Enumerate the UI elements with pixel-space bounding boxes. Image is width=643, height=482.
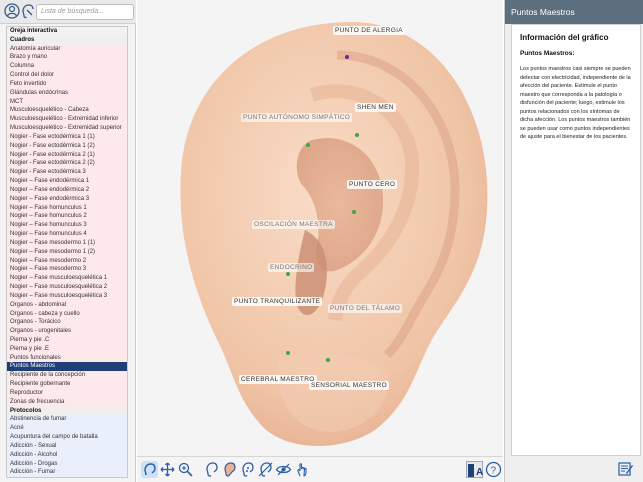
list-item[interactable]: Acné [7,424,127,434]
chart-info-card: Información del gráfico Puntos Maestros:… [511,24,641,456]
list-item[interactable]: Órganos - abdominal [7,300,127,310]
allergy-point-dot[interactable] [345,55,349,59]
list-item[interactable]: Nogier – Fase homunculus 2 [7,212,127,222]
list-item[interactable]: Puntos funcionales [7,353,127,363]
list-item[interactable]: Musculoesquelético - Cabeza [7,106,127,116]
autonomic-sympathetic-dot[interactable] [306,143,310,147]
list-item[interactable]: Nogier – Fase homunculus 3 [7,221,127,231]
list-item[interactable]: Nogier – Fase mesodermo 1 (1) [7,238,127,248]
list-item[interactable]: Nogier – Fase homunculus 1 [7,203,127,213]
list-section-header: Oreja interactiva [7,27,127,36]
list-item[interactable]: Adicción - Drogas [7,459,127,469]
list-item[interactable]: Pierna y pie .E [7,344,127,354]
user-circle-icon[interactable] [4,3,20,19]
list-item[interactable]: Feto invertido [7,79,127,89]
list-item[interactable]: Adicción - Fumar [7,468,127,477]
list-item[interactable]: Nogier – Fase homunculus 4 [7,230,127,239]
list-item[interactable]: Brazo y mano [7,53,127,63]
master-sensorial-dot[interactable] [326,358,330,362]
list-item[interactable]: Nogier - Fase ectodérmica 2 (1) [7,150,127,160]
search-input[interactable]: Lista de búsqueda... [36,4,134,20]
ear-pointer-icon[interactable] [20,3,36,19]
list-item[interactable]: Nogier – Fase musculoesquelética 3 [7,291,127,301]
point-label-thalamus: PUNTO DEL TÁLAMO [328,304,403,313]
point-label-autonomic: PUNTO AUTÓNOMO SIMPÁTICO [241,113,353,122]
list-item[interactable]: Nogier – Fase mesodermo 1 (2) [7,247,127,257]
endocrine-dot[interactable] [286,272,290,276]
list-section-header: Cuadros [7,35,127,45]
list-item[interactable]: Nogier – Fase musculoesquelética 1 [7,274,127,284]
point-label-master-oscillation: OSCILACIÓN MAESTRA [252,220,335,229]
list-item[interactable]: Zonas de frecuencia [7,397,127,407]
list-item[interactable]: Órganos - urogenitales [7,327,127,336]
list-item[interactable]: Órganos - cabeza y cuello [7,309,127,319]
list-item[interactable]: Órganos - Torácico [7,318,127,328]
list-item[interactable]: Recipiente gobernante [7,380,127,389]
list-item[interactable]: Nogier – Fase endodérmica 3 [7,194,127,204]
list-item[interactable]: Columna [7,62,127,72]
info-panel-footer [505,456,643,482]
point-label-allergy: PUNTO DE ALERGIA [333,26,405,35]
zoom-icon[interactable] [177,461,194,478]
chart-list: Oreja interactiva Cuadros Anatomía auricul… [6,26,128,478]
list-item[interactable]: Musculoesquelético - Extremidad superior [7,124,127,133]
list-item[interactable]: Nogier - Fase ectodérmica 3 [7,168,127,178]
ear-outline-icon[interactable] [203,461,220,478]
list-item[interactable]: Nogier – Fase endodérmica 2 [7,185,127,195]
list-item[interactable]: Adicción - Sexual [7,441,127,451]
list-item[interactable]: Nogier – Fase mesodermo 3 [7,265,127,275]
list-item[interactable]: Nogier - Fase ectodérmica 2 (2) [7,159,127,169]
list-item[interactable]: Recipiente de la concepción [7,371,127,381]
info-title: Información del gráfico [520,33,609,42]
edit-note-icon[interactable] [617,460,634,477]
svg-text:?: ? [491,466,497,477]
list-item[interactable]: Nogier - Fase ectodérmica 1 (2) [7,141,127,151]
list-item[interactable]: Nogier – Fase endodérmica 1 [7,177,127,186]
list-item[interactable]: Nogier - Fase ectodérmica 1 (1) [7,132,127,142]
ear-hide-icon[interactable] [257,461,274,478]
list-item[interactable]: Nogier – Fase mesodermo 2 [7,256,127,266]
point-label-endocrine: ENDOCRINO [268,263,315,272]
list-item[interactable]: Glándulas endócrinas [7,88,127,98]
master-cerebral-dot[interactable] [286,351,290,355]
hand-pointer-icon[interactable] [293,461,310,478]
text-size-icon[interactable]: A [466,461,483,478]
ear-color-icon[interactable] [221,461,238,478]
list-item[interactable]: MCT [7,97,127,107]
eye-hide-icon[interactable] [275,461,292,478]
point-label-shen-men: SHEN MEN [355,103,396,112]
point-label-zero: PUNTO CERO [347,180,398,189]
list-section-header: Protocolos [7,406,127,416]
list-item[interactable]: Adicción - Alcohol [7,450,127,460]
list-item[interactable]: Anatomía auricular [7,44,127,54]
info-body: Los puntos maestros casi siempre se pued… [520,66,631,140]
list-item[interactable]: Pierna y pie .C [7,335,127,345]
list-item[interactable]: Reproductor [7,388,127,398]
info-panel-header: Puntos Maestros [505,0,643,24]
list-item[interactable]: Control del dolor [7,71,127,80]
help-icon[interactable]: ? [485,461,502,478]
sidebar-toolbar: Lista de búsqueda... [0,0,136,24]
point-zero-dot[interactable] [352,210,356,214]
info-subtitle: Puntos Maestros: [520,50,575,57]
ear-points-icon[interactable] [239,461,256,478]
move-arrows-icon[interactable] [159,461,176,478]
point-label-master-cerebral: CEREBRAL MAESTRO [239,375,317,384]
shen-men-dot[interactable] [355,133,359,137]
list-item[interactable]: Musculoesquelético - Extremidad inferior [7,115,127,125]
sidebar: Lista de búsqueda... Oreja interactiva Cu… [0,0,136,482]
list-item[interactable]: Puntos Maestros [7,362,127,372]
point-label-tranquilizer: PUNTO TRANQUILIZANTE [232,297,323,306]
bottom-toolbar: A ? [137,456,503,482]
list-item[interactable]: Nogier – Fase musculoesquelética 2 [7,283,127,292]
info-panel: Puntos Maestros Información del gráfico … [504,0,643,482]
point-label-master-sensorial: SENSORIAL MAESTRO [309,381,390,390]
list-item[interactable]: Abstinencia de fumar [7,415,127,425]
list-item[interactable]: Acupuntura del campo de batalla [7,433,127,442]
ear-canvas[interactable]: PUNTO DE ALERGIA SHEN MEN PUNTO AUTÓNOMO… [137,0,503,482]
ear-select-icon[interactable] [141,461,158,478]
svg-text:A: A [476,467,483,478]
